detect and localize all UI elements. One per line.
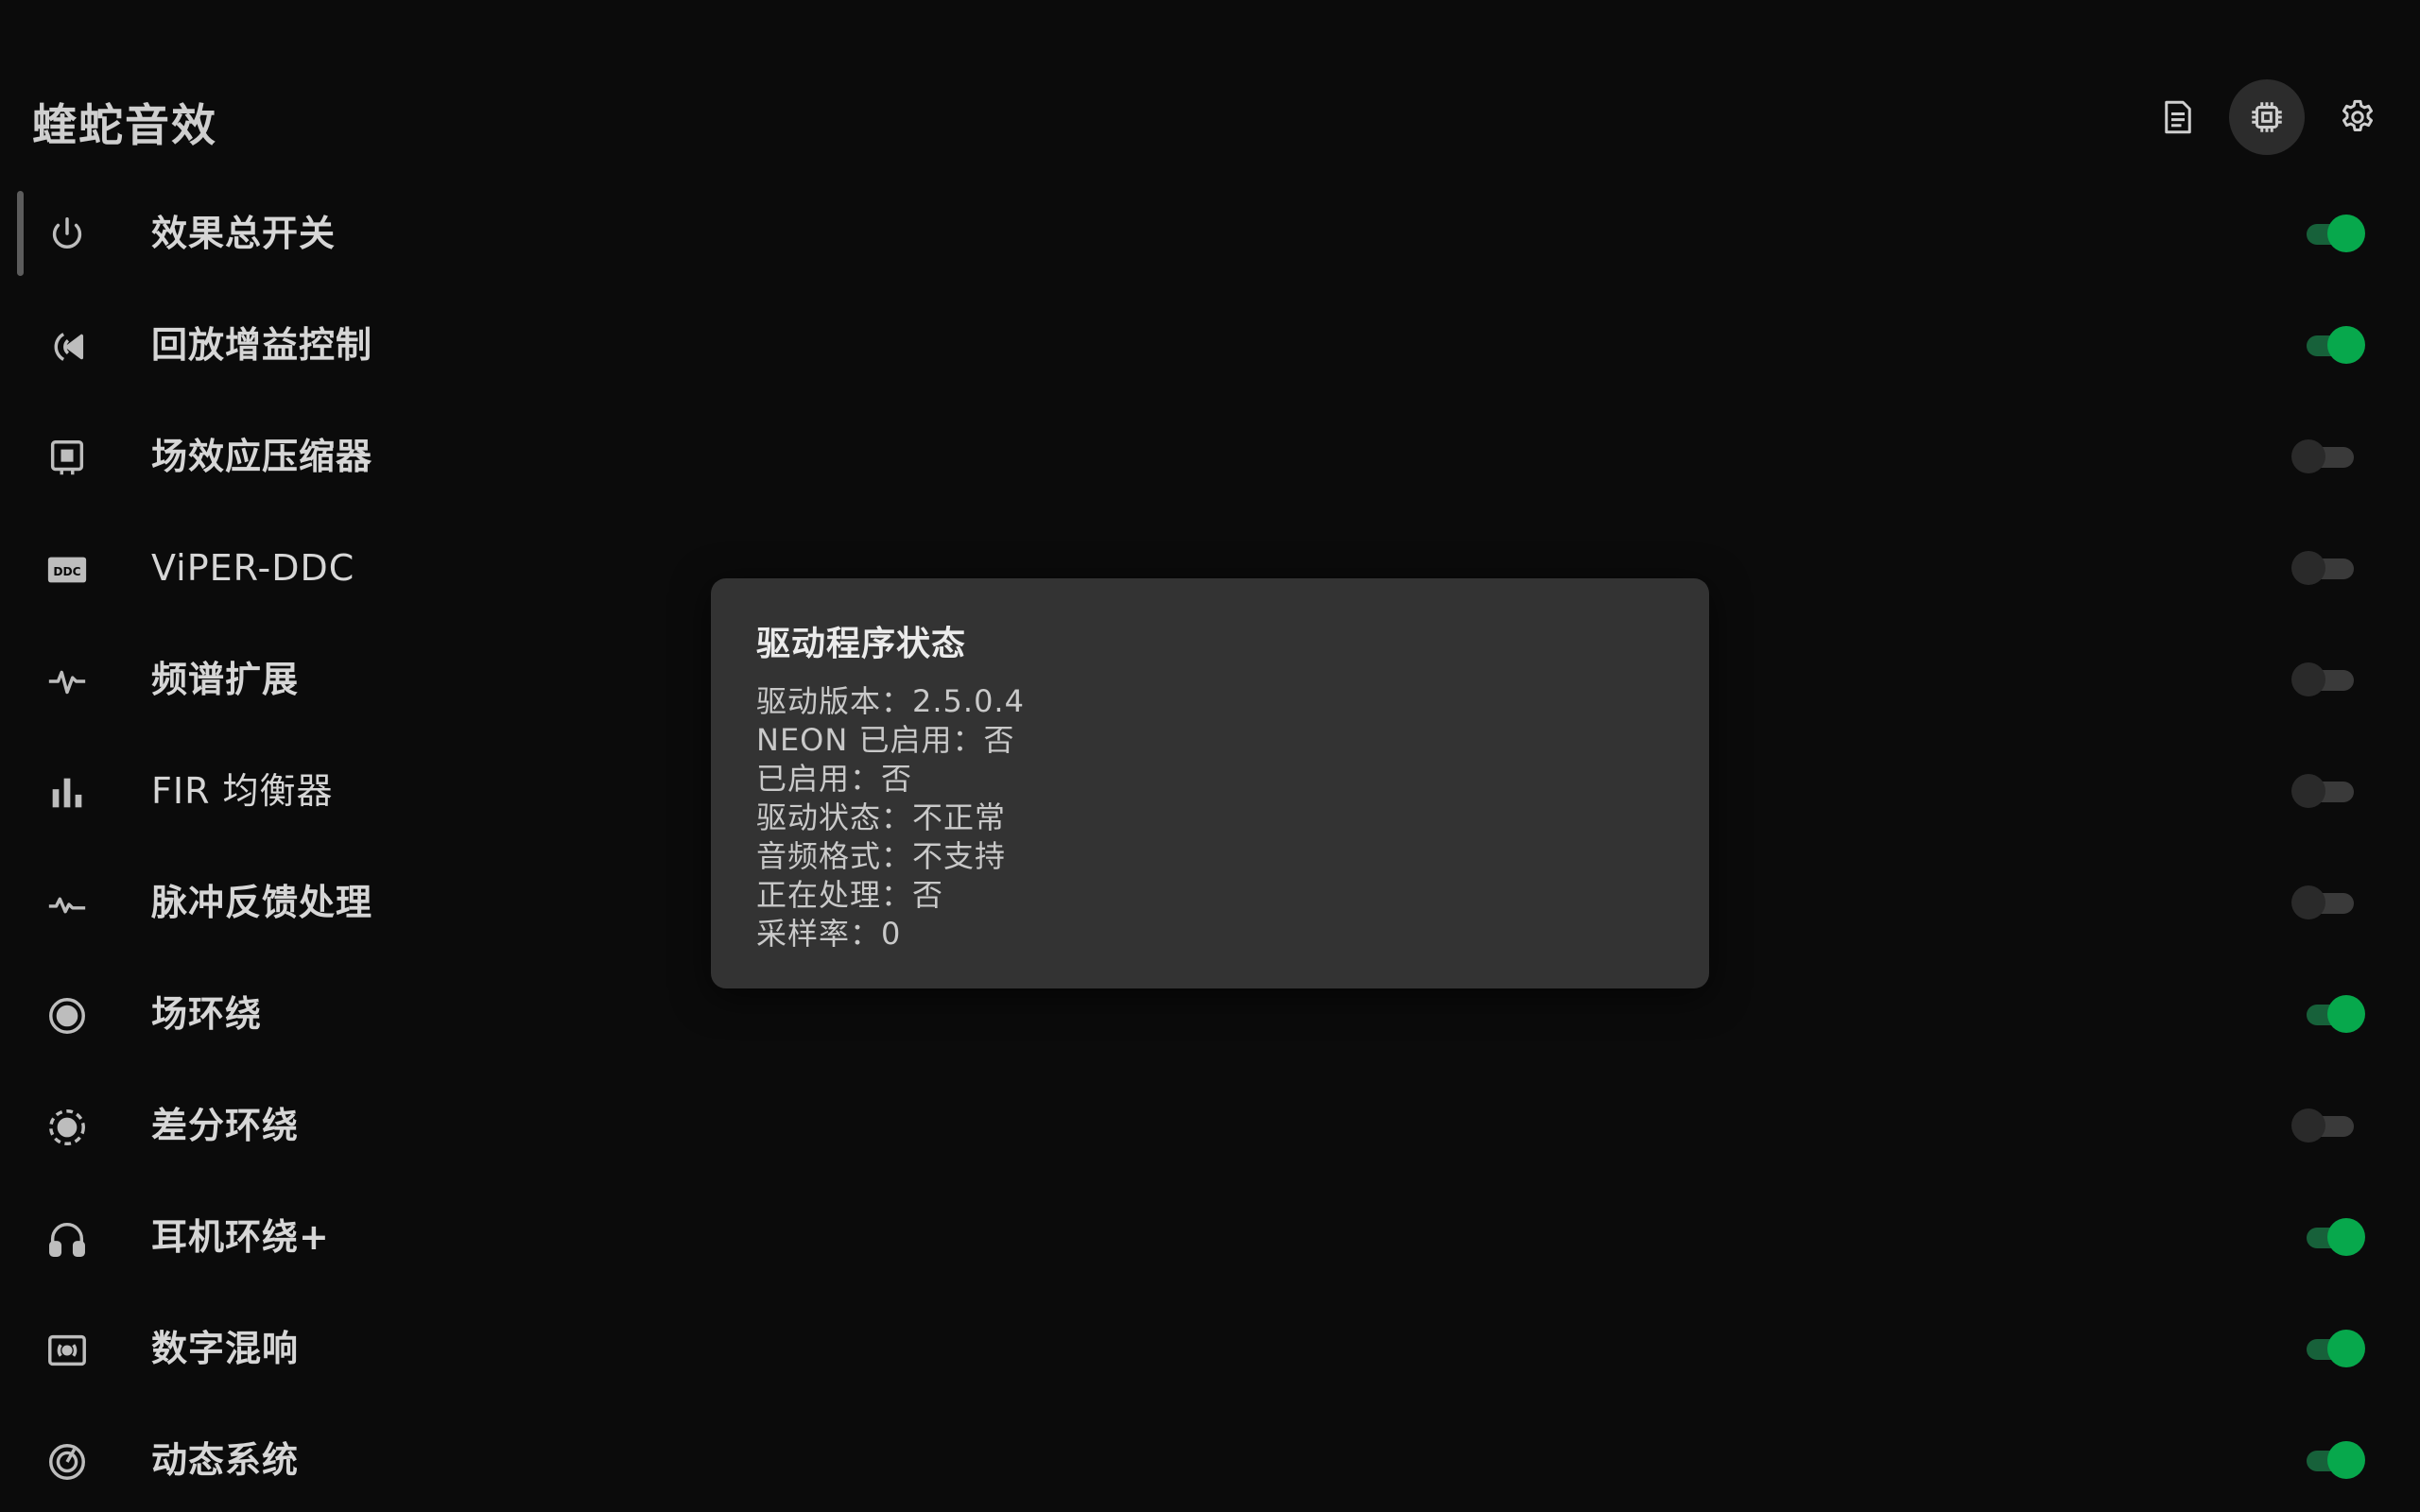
toggle-thumb [2291, 774, 2325, 808]
toggle-thumb [2327, 1218, 2365, 1256]
effect-row[interactable]: 耳机环绕+ [0, 1181, 2420, 1293]
ddc-icon: DDC [45, 548, 89, 592]
app-root: 蝰蛇音效 效果总开关 回放增益控制 场效应压缩器 DDC ViPER-DDC 频谱扩展 FI… [0, 0, 2420, 1512]
playback-gain-icon [45, 325, 89, 369]
toggle-thumb [2327, 995, 2365, 1033]
effect-label: 频谱扩展 [151, 659, 300, 700]
power-icon [45, 214, 89, 257]
toggle-thumb [2327, 1441, 2365, 1479]
status-line: NEON 已启用：否 [756, 722, 1015, 758]
effect-label: 耳机环绕+ [151, 1216, 330, 1258]
wave-icon [45, 883, 89, 926]
pulse-icon [45, 660, 89, 703]
status-line: 驱动版本：2.5.0.4 [756, 683, 1025, 719]
toggle-thumb [2327, 215, 2365, 252]
effect-label: ViPER-DDC [151, 547, 355, 589]
toggle-thumb [2291, 551, 2325, 585]
effect-label: 回放增益控制 [151, 324, 373, 366]
toggle-thumb [2327, 1330, 2365, 1367]
effect-label: 差分环绕 [151, 1105, 300, 1146]
headphones-icon [45, 1217, 89, 1261]
effect-label: 动态系统 [151, 1439, 300, 1481]
effect-row[interactable]: 数字混响 [0, 1293, 2420, 1404]
effect-toggle[interactable] [2291, 1441, 2365, 1479]
effect-label: 场环绕 [151, 993, 263, 1035]
effect-toggle[interactable] [2291, 995, 2365, 1033]
selected-indicator [17, 191, 24, 276]
status-line: 音频格式：不支持 [756, 838, 1007, 874]
effect-row[interactable]: 动态系统 [0, 1404, 2420, 1512]
effect-toggle[interactable] [2291, 1108, 2356, 1143]
status-line: 已启用：否 [756, 761, 913, 797]
effect-row[interactable]: 效果总开关 [0, 178, 2420, 289]
bars-icon [45, 771, 89, 815]
toggle-thumb [2291, 662, 2325, 696]
effect-label: 数字混响 [151, 1328, 300, 1369]
radio-button-icon [45, 994, 89, 1038]
effect-toggle[interactable] [2291, 885, 2356, 919]
effect-toggle[interactable] [2291, 326, 2365, 364]
dashed-circle-icon [45, 1106, 89, 1149]
status-line: 正在处理：否 [756, 877, 944, 913]
effect-label: 效果总开关 [151, 213, 337, 254]
effect-label: 场效应压缩器 [151, 436, 373, 477]
effect-row[interactable]: 差分环绕 [0, 1070, 2420, 1181]
effect-row[interactable]: 回放增益控制 [0, 289, 2420, 401]
compressor-icon [45, 437, 89, 480]
effect-toggle[interactable] [2291, 774, 2356, 808]
toggle-thumb [2291, 439, 2325, 473]
toggle-thumb [2291, 1108, 2325, 1143]
effect-toggle[interactable] [2291, 662, 2356, 696]
driver-status-dialog: 驱动程序状态 驱动版本：2.5.0.4 NEON 已启用：否 已启用：否 驱动状态：不… [711, 578, 1709, 988]
effect-toggle[interactable] [2291, 1330, 2365, 1367]
effect-toggle[interactable] [2291, 1218, 2365, 1256]
dialog-content: 驱动版本：2.5.0.4 NEON 已启用：否 已启用：否 驱动状态：不正常 音频格式：… [756, 682, 1025, 954]
status-line: 驱动状态：不正常 [756, 799, 1007, 835]
toggle-thumb [2327, 326, 2365, 364]
dialog-title: 驱动程序状态 [756, 625, 967, 663]
effect-toggle[interactable] [2291, 215, 2365, 252]
effect-toggle[interactable] [2291, 551, 2356, 585]
effect-toggle[interactable] [2291, 439, 2356, 473]
svg-text:DDC: DDC [53, 565, 80, 578]
effect-row[interactable]: 场效应压缩器 [0, 401, 2420, 512]
effect-label: 脉冲反馈处理 [151, 882, 373, 923]
speaker-box-icon [45, 1329, 89, 1372]
toggle-thumb [2291, 885, 2325, 919]
effect-label: FIR 均衡器 [151, 770, 334, 812]
target-icon [45, 1440, 89, 1484]
status-line: 采样率：0 [756, 916, 902, 952]
